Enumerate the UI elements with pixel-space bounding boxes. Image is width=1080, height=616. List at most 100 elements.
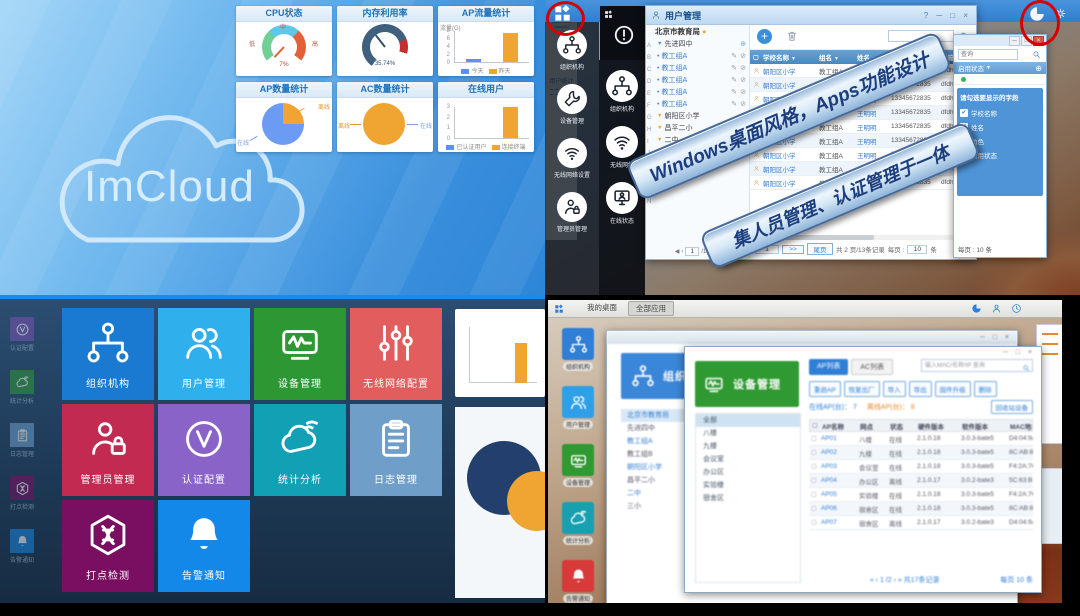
tab-ac-list[interactable]: AC列表	[851, 359, 893, 375]
clock-icon[interactable]	[1011, 303, 1022, 314]
tree-item[interactable]: 会议室	[696, 453, 800, 466]
query-input[interactable]	[958, 49, 1018, 60]
edit-icon[interactable]: ✎	[731, 76, 737, 84]
table-row[interactable]: ▢AP06宿舍区在线2.1.0.183.0.3-bate58C:AB:8E:B2…	[809, 502, 1033, 516]
action-button[interactable]: 导入	[883, 381, 906, 397]
table-row[interactable]: ▢AP04办公区离线2.1.0.173.0.2-bate35C:63:BF:2D…	[809, 474, 1033, 488]
recycle-bin-button[interactable]: 回收站设备	[991, 400, 1034, 414]
dock-app-users[interactable]: 用户管理	[556, 386, 600, 429]
column-header[interactable]: 组名▼	[819, 52, 857, 62]
column-header[interactable]: 状态	[890, 421, 918, 431]
row-checkbox[interactable]: ▢	[809, 491, 821, 498]
device-search-box[interactable]: 输入MAC/名称/IP 查询	[921, 359, 1033, 372]
table-row[interactable]: ▢AP05实验楼在线2.1.0.183.0.3-bate5F4:2A:7C:15…	[809, 488, 1033, 502]
tree-item[interactable]: 八楼	[696, 427, 800, 440]
action-button[interactable]: 恢复出厂	[844, 381, 880, 397]
tile-org[interactable]: 组织机构	[62, 308, 154, 400]
add-column-icon[interactable]: ⊕	[1035, 64, 1042, 73]
tile-clipboard[interactable]: 日志管理	[350, 404, 442, 496]
table-row[interactable]: ▢AP01八楼在线2.1.0.183.0.3-bate5D4:04:9A:C2:…	[809, 432, 1033, 446]
dock-app-bell[interactable]: 告警通知	[556, 560, 600, 603]
expand-icon[interactable]: ⊕	[740, 40, 746, 48]
edit-icon[interactable]: ✎	[731, 100, 737, 108]
tile-hexdna[interactable]: 打点检测	[62, 500, 154, 592]
dock-app-cloudsig[interactable]: 统计分析	[556, 502, 600, 545]
remove-icon[interactable]: ⊘	[740, 76, 746, 84]
remove-icon[interactable]: ⊘	[740, 64, 746, 72]
tile-cloudsig[interactable]: 统计分析	[254, 404, 346, 496]
edit-icon[interactable]: ✎	[731, 52, 737, 60]
tree-item[interactable]: 九楼	[696, 440, 800, 453]
tab-my-desktop[interactable]: 我的桌面	[580, 301, 624, 316]
tile-sliders[interactable]: 无线网络配置	[350, 308, 442, 400]
tree-item[interactable]: 办公区	[696, 466, 800, 479]
action-button[interactable]: 固件升级	[935, 381, 971, 397]
tree-item[interactable]: •教工组A✎⊘	[655, 62, 749, 74]
checkbox-icon[interactable]: ✔	[960, 109, 968, 117]
tree-item[interactable]: •教工组A✎⊘	[655, 50, 749, 62]
pie-chart-icon[interactable]	[971, 303, 982, 314]
dock-app-device[interactable]: 设备管理	[556, 444, 600, 487]
edit-icon[interactable]: ✎	[731, 64, 737, 72]
desktop-icon-admin[interactable]: 管理员管理	[545, 192, 599, 233]
tree-item[interactable]: 实验楼	[696, 479, 800, 492]
row-checkbox[interactable]: ▢	[809, 435, 821, 442]
dock-app-org[interactable]: 组织机构	[556, 328, 600, 371]
row-checkbox[interactable]: ▢	[809, 477, 821, 484]
desktop-icon-wrench[interactable]: 设备管理	[545, 84, 599, 125]
minimize-button[interactable]: ─	[1009, 36, 1020, 46]
remove-icon[interactable]: ⊘	[740, 52, 746, 60]
select-all-checkbox[interactable]: ▢	[750, 54, 763, 61]
add-button[interactable]: +	[757, 29, 772, 44]
action-button[interactable]: 重启AP	[809, 381, 841, 397]
window-titlebar[interactable]: 用户管理 ? ─ □ ×	[646, 6, 976, 25]
window-controls[interactable]: ─ □ ×	[1003, 349, 1035, 356]
search-icon[interactable]	[1022, 364, 1030, 372]
tree-item[interactable]: 全部	[696, 414, 800, 427]
row-checkbox[interactable]: ▢	[809, 505, 821, 512]
row-checkbox[interactable]: ▢	[809, 463, 821, 470]
column-header[interactable]: 硬件版本	[918, 421, 962, 431]
action-button[interactable]: 删除	[974, 381, 997, 397]
search-icon[interactable]	[1032, 50, 1041, 59]
tile-bell[interactable]: 告警通知	[158, 500, 250, 592]
window-titlebar[interactable]: ─ □ ×	[607, 331, 1017, 344]
device-pagination[interactable]: « ‹ 1 /2 › » 共17条记录 每页 10 条	[809, 574, 1033, 586]
tree-root[interactable]: 北京市教育局●	[655, 25, 749, 38]
tile-vshield[interactable]: 认证配置	[158, 404, 250, 496]
desktop-icon-org[interactable]: 组织机构	[599, 70, 645, 113]
next-page-button[interactable]: >>	[782, 245, 804, 254]
edit-icon[interactable]: ✎	[731, 88, 737, 96]
desktop-icon-org[interactable]: 组织机构	[545, 30, 599, 71]
delete-icon[interactable]	[786, 30, 798, 42]
row-checkbox[interactable]: ▢	[809, 449, 821, 456]
user-icon[interactable]	[991, 303, 1002, 314]
remove-icon[interactable]: ⊘	[740, 100, 746, 108]
tile-users[interactable]: 用户管理	[158, 308, 250, 400]
tab-all-apps[interactable]: 全部应用	[628, 301, 674, 316]
column-header[interactable]: 网点	[860, 421, 890, 431]
desktop-icon-wifi[interactable]: 无线网络设置	[545, 138, 599, 179]
select-all-checkbox[interactable]: ▢	[810, 422, 822, 429]
tree-item[interactable]: 宿舍区	[696, 492, 800, 505]
column-header[interactable]: 软件版本	[962, 421, 1010, 431]
action-button[interactable]: 导出	[909, 381, 932, 397]
column-header[interactable]: MAC地址	[1010, 421, 1032, 431]
column-header[interactable]: AP名称	[822, 421, 860, 431]
table-row[interactable]: ▢AP02九楼在线2.1.0.183.0.3-bate58C:AB:8E:B6:…	[809, 446, 1033, 460]
tile-device[interactable]: 设备管理	[254, 308, 346, 400]
per-page-input[interactable]: 10	[907, 245, 927, 254]
remove-icon[interactable]: ⊘	[740, 88, 746, 96]
tree-item[interactable]: ▼先进四中⊕	[655, 38, 749, 50]
tree-item[interactable]: •教工组A✎⊘	[655, 74, 749, 86]
field-option[interactable]: ✔姓名	[960, 120, 1040, 134]
row-checkbox[interactable]: ▢	[809, 519, 821, 526]
column-header[interactable]: 启用状态▼ ⊕	[954, 62, 1046, 74]
last-page-button[interactable]: 尾页	[807, 243, 833, 255]
table-row[interactable]: ▢AP07宿舍区离线2.1.0.173.0.2-bate3D4:04:9A:C4…	[809, 516, 1033, 530]
field-option[interactable]: ✔学校名称	[960, 106, 1040, 120]
table-row[interactable]: ▢AP03会议室在线2.1.0.183.0.3-bate5F4:2A:7C:15…	[809, 460, 1033, 474]
column-header[interactable]: 学校名称▼	[763, 52, 819, 62]
tree-item[interactable]: •教工组A✎⊘	[655, 98, 749, 110]
tab-ap-list[interactable]: AP列表	[809, 359, 848, 375]
